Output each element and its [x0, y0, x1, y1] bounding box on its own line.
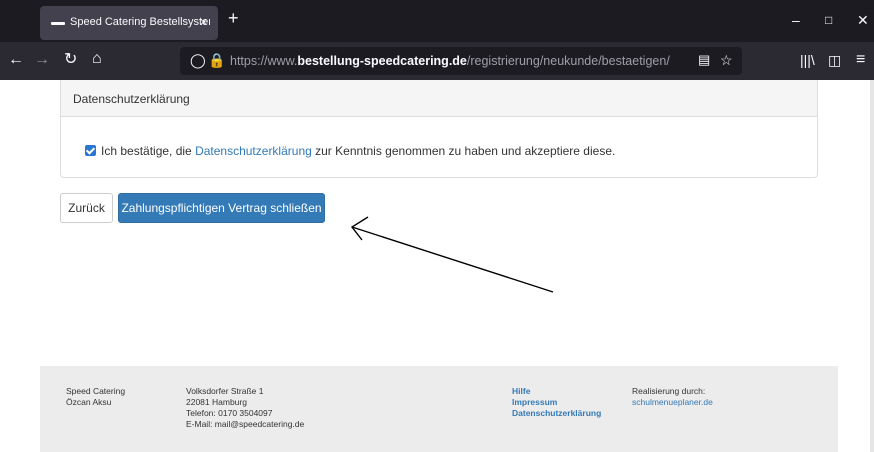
- footer: Speed Catering Özcan Aksu Volksdorfer St…: [40, 366, 838, 452]
- arrow-line: [351, 226, 554, 293]
- home-icon[interactable]: ⌂: [92, 50, 102, 68]
- window-close-icon[interactable]: ✕: [857, 13, 869, 27]
- browser-tab[interactable]: Speed Catering Bestellsystem - ×: [40, 6, 218, 40]
- footer-link-imprint[interactable]: Impressum: [512, 397, 601, 408]
- menu-icon[interactable]: ≡: [856, 51, 865, 69]
- browser-tab-bar: Speed Catering Bestellsystem - × + – □ ✕: [0, 0, 874, 42]
- favicon-icon: [51, 22, 65, 25]
- footer-company-name: Speed Catering: [66, 386, 126, 396]
- page-content: Datenschutzerklärung Ich bestätige, die …: [0, 80, 874, 452]
- minimize-icon[interactable]: –: [792, 13, 800, 27]
- url-bar[interactable]: ◯ 🔒 https://www.bestellung-speedcatering…: [180, 47, 742, 75]
- footer-email: E-Mail: mail@speedcatering.de: [186, 419, 305, 429]
- footer-credit-link[interactable]: schulmenueplaner.de: [632, 397, 713, 408]
- tab-close-icon[interactable]: ×: [200, 15, 207, 29]
- maximize-icon[interactable]: □: [825, 13, 832, 27]
- footer-links: Hilfe Impressum Datenschutzerklärung: [512, 386, 601, 419]
- footer-credit-label: Realisierung durch:: [632, 386, 706, 396]
- back-icon[interactable]: ←: [8, 51, 24, 69]
- url-text[interactable]: https://www.bestellung-speedcatering.de/…: [230, 54, 670, 68]
- forward-icon[interactable]: →: [34, 51, 50, 69]
- bookmark-star-icon[interactable]: ☆: [720, 52, 733, 69]
- footer-street: Volksdorfer Straße 1: [186, 386, 264, 396]
- browser-nav-bar: ← → ↻ ⌂ ◯ 🔒 https://www.bestellung-speed…: [0, 42, 874, 80]
- reader-icon[interactable]: ▤: [698, 52, 710, 68]
- new-tab-button[interactable]: +: [228, 9, 239, 27]
- footer-city: 22081 Hamburg: [186, 397, 247, 407]
- footer-company: Speed Catering Özcan Aksu: [66, 386, 125, 408]
- reload-icon[interactable]: ↻: [64, 51, 77, 69]
- scrollbar[interactable]: [870, 80, 874, 452]
- shield-icon[interactable]: ◯: [190, 52, 206, 69]
- footer-link-privacy[interactable]: Datenschutzerklärung: [512, 408, 601, 419]
- footer-phone: Telefon: 0170 3504097: [186, 408, 273, 418]
- tab-title: Speed Catering Bestellsystem -: [70, 16, 210, 28]
- footer-credit: Realisierung durch: schulmenueplaner.de: [632, 386, 713, 408]
- footer-link-help[interactable]: Hilfe: [512, 386, 601, 397]
- library-icon[interactable]: |||\: [800, 51, 815, 69]
- footer-owner: Özcan Aksu: [66, 397, 112, 407]
- sidebar-icon[interactable]: ◫: [828, 51, 841, 69]
- footer-address: Volksdorfer Straße 1 22081 Hamburg Telef…: [186, 386, 304, 430]
- lock-icon[interactable]: 🔒: [208, 52, 225, 69]
